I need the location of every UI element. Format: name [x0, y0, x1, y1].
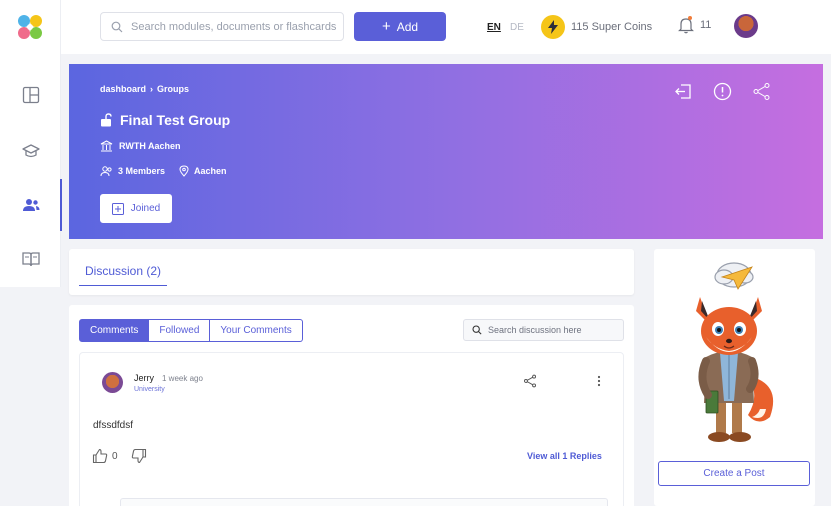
search-icon	[472, 325, 482, 335]
like-button[interactable]: 0	[92, 448, 118, 464]
sidebar-item-dashboard[interactable]	[0, 69, 61, 121]
language-en[interactable]: EN	[487, 22, 501, 33]
banner-actions	[674, 82, 771, 101]
breadcrumb: dashboard › Groups	[100, 84, 189, 94]
discussion-search-input[interactable]	[488, 325, 618, 335]
discussion-search[interactable]	[463, 319, 624, 341]
create-post-button[interactable]: Create a Post	[658, 461, 810, 486]
language-de[interactable]: DE	[510, 22, 524, 33]
fox-mascot-illustration	[696, 262, 774, 442]
add-button[interactable]: + Add	[354, 12, 446, 41]
unlock-icon	[101, 113, 112, 127]
graduation-cap-icon	[21, 144, 40, 158]
group-title-text: Final Test Group	[120, 112, 231, 128]
members-icon	[100, 165, 112, 176]
view-replies-link[interactable]: View all 1 Replies	[527, 451, 602, 461]
search-icon	[111, 21, 123, 32]
filter-comments[interactable]: Comments	[79, 319, 150, 342]
plus-icon: +	[381, 18, 391, 35]
group-meta: 3 Members Aachen	[100, 165, 227, 177]
sidebar	[0, 0, 62, 506]
dashboard-icon	[22, 86, 39, 104]
location-pin-icon	[179, 165, 189, 177]
report-icon[interactable]	[713, 82, 732, 101]
book-icon	[21, 252, 40, 267]
paper-plane-cloud-icon	[714, 262, 754, 290]
notifications[interactable]: 11	[678, 16, 711, 34]
university-name: RWTH Aachen	[119, 141, 181, 151]
leave-group-icon[interactable]	[674, 82, 693, 101]
more-options-icon[interactable]	[592, 374, 606, 388]
sidebar-item-groups[interactable]	[0, 179, 62, 231]
create-post-panel: Create a Post	[654, 249, 815, 506]
super-coins-count: 115 Super Coins	[571, 21, 653, 33]
joined-button-label: Joined	[130, 203, 161, 214]
top-bar: + Add EN DE 115 Super Coins 11	[61, 0, 831, 54]
sidebar-item-library[interactable]	[0, 233, 61, 285]
tab-discussion[interactable]: Discussion (2)	[79, 264, 168, 286]
add-button-label: Add	[396, 19, 419, 34]
comment-author[interactable]: Jerry	[134, 373, 154, 383]
comment-author-avatar[interactable]	[102, 372, 123, 393]
thumbs-up-icon	[92, 448, 108, 464]
share-icon[interactable]	[523, 374, 537, 388]
comment-filter: Comments Followed Your Comments	[79, 319, 303, 342]
reply-preview[interactable]	[120, 498, 608, 506]
filter-your-comments[interactable]: Your Comments	[210, 319, 303, 342]
like-count: 0	[112, 450, 118, 462]
comment-card: Jerry 1 week ago University dfssdfdsf 0 …	[79, 352, 624, 506]
group-university: RWTH Aachen	[100, 140, 181, 152]
group-banner: dashboard › Groups Final Test Group RWTH…	[69, 64, 823, 239]
breadcrumb-groups[interactable]: Groups	[157, 84, 189, 94]
comment-time: 1 week ago	[162, 374, 203, 383]
chevron-right-icon: ›	[150, 84, 154, 94]
lightning-icon	[541, 15, 565, 39]
thumbs-down-icon	[131, 448, 147, 464]
filter-followed[interactable]: Followed	[149, 319, 211, 342]
super-coins[interactable]: 115 Super Coins	[541, 15, 652, 39]
plus-square-icon	[111, 202, 124, 215]
university-icon	[100, 140, 113, 152]
user-avatar[interactable]	[734, 14, 758, 38]
bell-icon	[678, 16, 694, 34]
global-search-input[interactable]	[131, 20, 341, 33]
discussion-panel: Comments Followed Your Comments Jerry 1 …	[69, 305, 634, 506]
sidebar-item-courses[interactable]	[0, 125, 61, 177]
groups-icon	[22, 199, 39, 211]
members-count[interactable]: 3 Members	[118, 166, 165, 176]
sidebar-footer-area	[0, 287, 61, 506]
notification-count: 11	[700, 19, 712, 31]
group-title: Final Test Group	[100, 112, 230, 128]
global-search[interactable]	[100, 12, 344, 41]
comment-text: dfssdfdsf	[93, 420, 134, 431]
group-location: Aachen	[194, 166, 227, 176]
comment-author-role: University	[134, 386, 165, 393]
breadcrumb-dashboard[interactable]: dashboard	[100, 84, 146, 94]
app-logo[interactable]	[15, 12, 45, 42]
discussion-tabs: Discussion (2)	[69, 249, 634, 295]
share-icon[interactable]	[752, 82, 771, 101]
dislike-button[interactable]	[131, 448, 147, 469]
joined-button[interactable]: Joined	[100, 194, 172, 223]
